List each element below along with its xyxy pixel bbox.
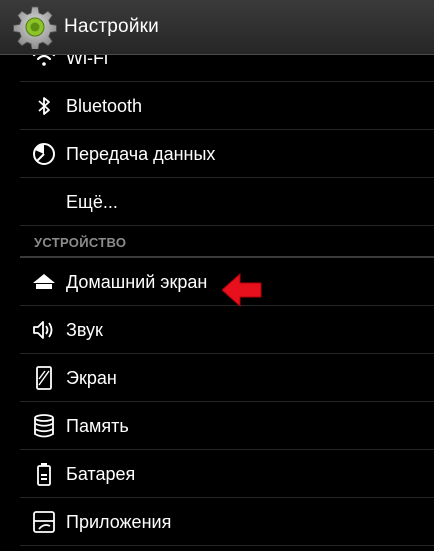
display-icon [30, 364, 58, 392]
settings-item-apps[interactable]: Приложения [0, 498, 434, 546]
speaker-icon [30, 316, 58, 344]
settings-gear-icon[interactable] [10, 0, 60, 54]
settings-item-label: Домашний экран [66, 271, 208, 292]
section-header-label: УСТРОЙСТВО [34, 234, 127, 250]
apps-icon [30, 508, 58, 536]
section-header-device: УСТРОЙСТВО [0, 226, 434, 258]
settings-item-display[interactable]: Экран [0, 354, 434, 402]
settings-item-bluetooth[interactable]: Bluetooth [0, 82, 434, 130]
settings-item-label: Ещё... [66, 191, 118, 212]
bluetooth-icon [30, 92, 58, 120]
settings-item-label: Память [66, 415, 129, 436]
settings-item-label: Батарея [66, 463, 136, 484]
settings-item-label: Передача данных [66, 143, 216, 164]
settings-item-more[interactable]: Ещё... [0, 178, 434, 226]
red-arrow-icon [222, 272, 262, 308]
settings-item-sound[interactable]: Звук [0, 306, 434, 354]
page-title: Настройки [64, 16, 159, 37]
data-usage-icon [30, 140, 58, 168]
home-icon [30, 268, 58, 296]
settings-item-label: Экран [66, 367, 117, 388]
action-bar: Настройки [0, 0, 434, 55]
settings-item-label: Bluetooth [66, 95, 143, 116]
settings-item-label: Приложения [66, 511, 172, 532]
settings-list: Wi-Fi Bluetooth Передача данных Ещё... У… [0, 34, 434, 546]
settings-item-home-screen[interactable]: Домашний экран [0, 258, 434, 306]
settings-item-label: Звук [66, 319, 103, 340]
battery-icon [30, 460, 58, 488]
settings-item-battery[interactable]: Батарея [0, 450, 434, 498]
settings-item-data-usage[interactable]: Передача данных [0, 130, 434, 178]
storage-icon [30, 412, 58, 440]
settings-screen: Настройки Wi-Fi Bluetooth Передача данны… [0, 0, 434, 551]
settings-item-storage[interactable]: Память [0, 402, 434, 450]
